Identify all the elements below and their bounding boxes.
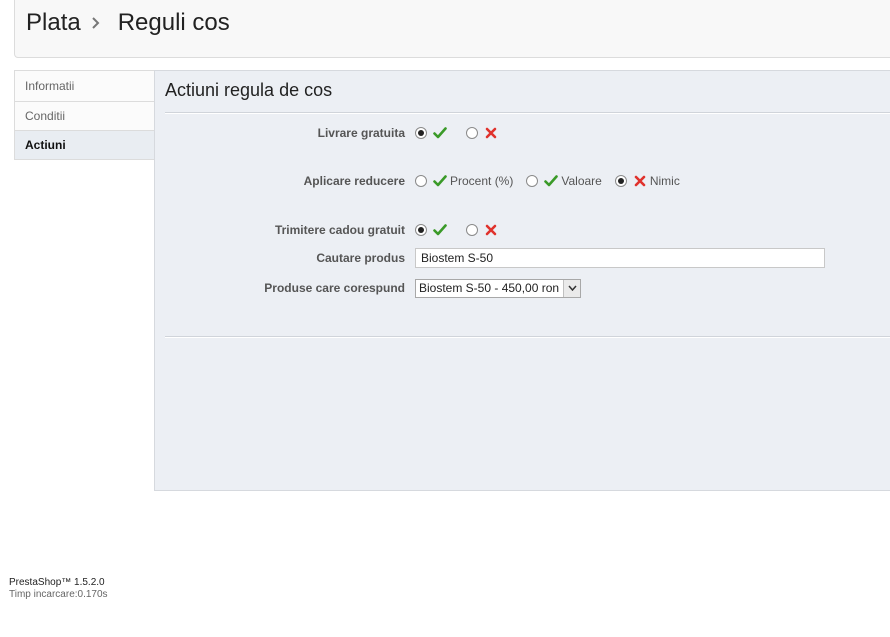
discount-percent-label: Procent (%) [450, 174, 514, 188]
breadcrumb: Plata Reguli cos [26, 9, 230, 37]
search-product-row: Cautare produs [155, 248, 825, 268]
matching-products-select[interactable]: Biostem S-50 - 450,00 ron [415, 278, 581, 298]
free-gift-label: Trimitere cadou gratuit [274, 223, 405, 237]
version-text: PrestaShop™ 1.5.2.0 [9, 577, 105, 588]
matching-products-label: Produse care corespund [264, 281, 405, 295]
matching-products-value: Biostem S-50 - 450,00 ron [419, 281, 560, 295]
discount-none-radio[interactable] [614, 175, 627, 187]
chevron-right-icon [90, 16, 110, 30]
discount-amount-label: Valoare [561, 174, 602, 188]
cross-icon [485, 224, 497, 236]
discount-percent-radio[interactable] [415, 175, 427, 187]
breadcrumb-parent[interactable]: Plata [26, 9, 81, 37]
check-icon [433, 127, 447, 139]
tab-list: Informatii Conditii Actiuni [14, 70, 155, 160]
divider [165, 112, 890, 114]
free-shipping-yes-radio[interactable] [415, 127, 427, 139]
chevron-down-icon[interactable] [563, 279, 580, 297]
discount-row: Aplicare reducere Procent (%) Valoare Ni… [155, 171, 693, 191]
panel-title: Actiuni regula de cos [165, 80, 333, 100]
page-title: Reguli cos [117, 9, 230, 36]
free-gift-row: Trimitere cadou gratuit [155, 220, 501, 240]
page-header: Plata Reguli cos [14, 0, 890, 58]
load-time-text: Timp incarcare:0.170s [9, 589, 108, 600]
search-product-label: Cautare produs [316, 251, 405, 265]
tab-informatii[interactable]: Informatii [14, 70, 155, 101]
footer: PrestaShop™ 1.5.2.0 Timp incarcare:0.170… [9, 577, 108, 601]
free-shipping-row: Livrare gratuita [155, 123, 501, 143]
divider [165, 336, 890, 338]
search-product-input[interactable] [415, 248, 825, 268]
free-shipping-label: Livrare gratuita [317, 126, 405, 140]
discount-none-label: Nimic [649, 174, 680, 188]
check-icon [433, 224, 447, 236]
discount-label: Aplicare reducere [303, 174, 405, 188]
cross-icon [634, 175, 646, 187]
tab-conditii[interactable]: Conditii [14, 101, 155, 130]
free-shipping-no-radio[interactable] [466, 127, 478, 139]
tab-actiuni[interactable]: Actiuni [14, 130, 155, 160]
actions-panel: Actiuni regula de cos Livrare gratuita A… [154, 70, 890, 491]
cross-icon [485, 127, 497, 139]
discount-amount-radio[interactable] [526, 175, 539, 187]
check-icon [433, 175, 447, 187]
free-gift-yes-radio[interactable] [415, 224, 427, 236]
check-icon [544, 175, 559, 187]
matching-products-row: Produse care corespund Biostem S-50 - 45… [155, 278, 581, 298]
free-gift-no-radio[interactable] [466, 224, 478, 236]
